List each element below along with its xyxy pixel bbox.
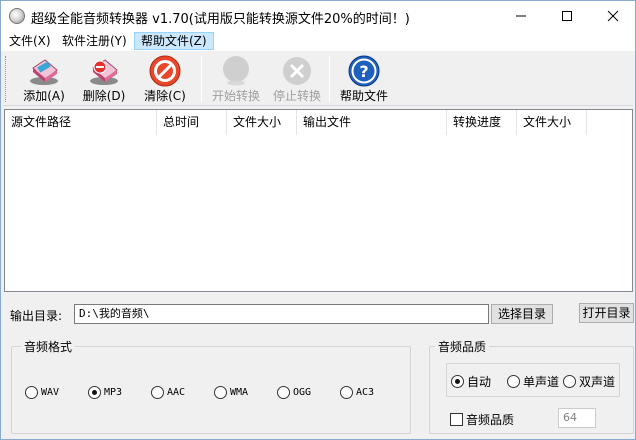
channel-mono-label: 单声道 [523, 375, 560, 389]
format-wma-label: WMA [230, 387, 249, 398]
quality-value-input[interactable]: 64 [558, 408, 596, 428]
toolbar-separator [201, 56, 202, 102]
radio-circle [340, 386, 353, 399]
close-button[interactable] [590, 1, 636, 31]
column-total-time[interactable]: 总时间 [157, 110, 227, 135]
clear-button[interactable]: 清除(C) [136, 54, 194, 104]
radio-circle [277, 386, 290, 399]
start-convert-icon [223, 56, 249, 86]
add-button[interactable]: 添加(A) [15, 54, 73, 104]
toolbar-separator [329, 56, 330, 102]
open-dir-button[interactable]: 打开目录 [579, 303, 634, 323]
radio-circle [563, 375, 576, 388]
choose-dir-button[interactable]: 选择目录 [491, 304, 553, 324]
delete-file-icon [90, 59, 118, 85]
toolbar: 添加(A) 删除(D) 清除(C) 开始转换 停止转换 ? 帮助文件 [3, 52, 633, 106]
radio-circle [88, 386, 101, 399]
format-radio-mp3[interactable]: MP3 [88, 386, 122, 399]
format-radio-ac3[interactable]: AC3 [340, 386, 374, 399]
radio-circle [151, 386, 164, 399]
menu-register[interactable]: 软件注册(Y) [56, 32, 133, 50]
add-button-label: 添加(A) [23, 89, 65, 103]
radio-circle [214, 386, 227, 399]
format-radio-wav[interactable]: WAV [25, 386, 59, 399]
menu-file[interactable]: 文件(X) [3, 32, 57, 50]
format-aac-label: AAC [167, 387, 186, 398]
minimize-icon [516, 15, 526, 17]
audio-quality-title: 音频品质 [435, 340, 490, 354]
start-convert-button[interactable]: 开始转换 [207, 54, 265, 104]
title-bar: 超级全能音频转换器 v1.70(试用版只能转换源文件20%的时间！) [1, 1, 635, 31]
stop-convert-button[interactable]: 停止转换 [268, 54, 326, 104]
channel-auto-label: 自动 [467, 375, 492, 389]
delete-button[interactable]: 删除(D) [75, 54, 133, 104]
column-source-path[interactable]: 源文件路径 [5, 110, 157, 135]
file-list[interactable]: 源文件路径 总时间 文件大小 输出文件 转换进度 文件大小 [4, 109, 633, 292]
stop-convert-label: 停止转换 [272, 89, 321, 103]
delete-button-label: 删除(D) [82, 89, 126, 103]
stop-convert-icon [283, 57, 311, 85]
clear-icon [149, 55, 181, 87]
channel-radio-stereo[interactable]: 双声道 [563, 373, 615, 390]
app-window: 超级全能音频转换器 v1.70(试用版只能转换源文件20%的时间！) 文件(X)… [0, 0, 636, 440]
format-wav-label: WAV [41, 387, 60, 398]
radio-circle [25, 386, 38, 399]
channel-radio-mono[interactable]: 单声道 [507, 373, 559, 390]
format-radio-aac[interactable]: AAC [151, 386, 185, 399]
column-output-file[interactable]: 输出文件 [297, 110, 447, 135]
maximize-icon [562, 11, 572, 21]
checkbox-box [450, 413, 463, 426]
column-file-size[interactable]: 文件大小 [227, 110, 297, 135]
channel-radio-auto[interactable]: 自动 [451, 373, 491, 390]
quality-checkbox[interactable]: 音频品质 [450, 411, 514, 428]
minimize-button[interactable] [498, 1, 544, 31]
menu-help[interactable]: 帮助文件(Z) [134, 32, 214, 50]
format-ac3-label: AC3 [356, 387, 375, 398]
column-progress[interactable]: 转换进度 [447, 110, 517, 135]
output-dir-input[interactable]: D:\我的音频\ [74, 304, 489, 324]
column-output-size[interactable]: 文件大小 [517, 110, 587, 135]
clear-button-label: 清除(C) [144, 89, 186, 103]
help-button[interactable]: ? 帮助文件 [335, 54, 393, 104]
quality-checkbox-label: 音频品质 [466, 413, 515, 427]
output-dir-label: 输出目录: [10, 309, 63, 323]
start-convert-label: 开始转换 [211, 89, 260, 103]
format-mp3-label: MP3 [104, 387, 123, 398]
radio-circle [507, 375, 520, 388]
menu-bar: 文件(X) 软件注册(Y) 帮助文件(Z) [1, 31, 635, 51]
channel-stereo-label: 双声道 [579, 375, 616, 389]
audio-format-title: 音频格式 [21, 340, 76, 354]
add-file-icon [30, 59, 58, 85]
format-radio-ogg[interactable]: OGG [277, 386, 311, 399]
window-title: 超级全能音频转换器 v1.70(试用版只能转换源文件20%的时间！) [31, 12, 410, 27]
maximize-button[interactable] [544, 1, 590, 31]
help-icon: ? [348, 55, 380, 87]
close-icon [607, 10, 619, 22]
format-radio-wma[interactable]: WMA [214, 386, 248, 399]
format-ogg-label: OGG [293, 387, 312, 398]
help-button-label: 帮助文件 [339, 89, 388, 103]
app-icon [9, 8, 25, 24]
radio-circle [451, 375, 464, 388]
svg-text:?: ? [359, 62, 368, 81]
toolbar-grip[interactable] [5, 56, 8, 102]
